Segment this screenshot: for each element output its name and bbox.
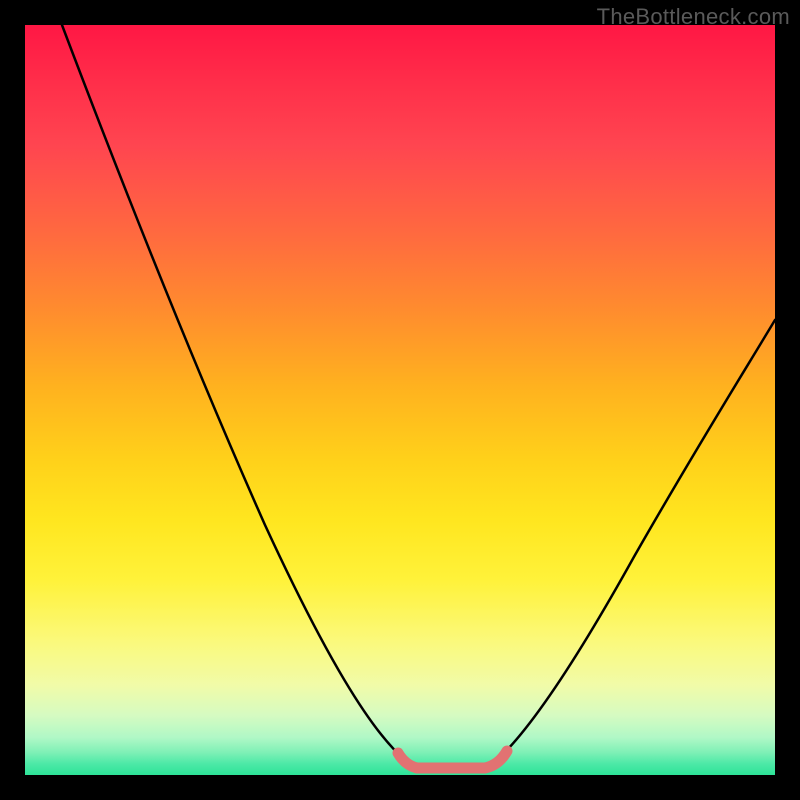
chart-stage: TheBottleneck.com <box>0 0 800 800</box>
plot-area <box>25 25 775 775</box>
curve-layer <box>25 25 775 775</box>
trough-segment <box>398 751 507 768</box>
v-curve <box>62 25 775 767</box>
